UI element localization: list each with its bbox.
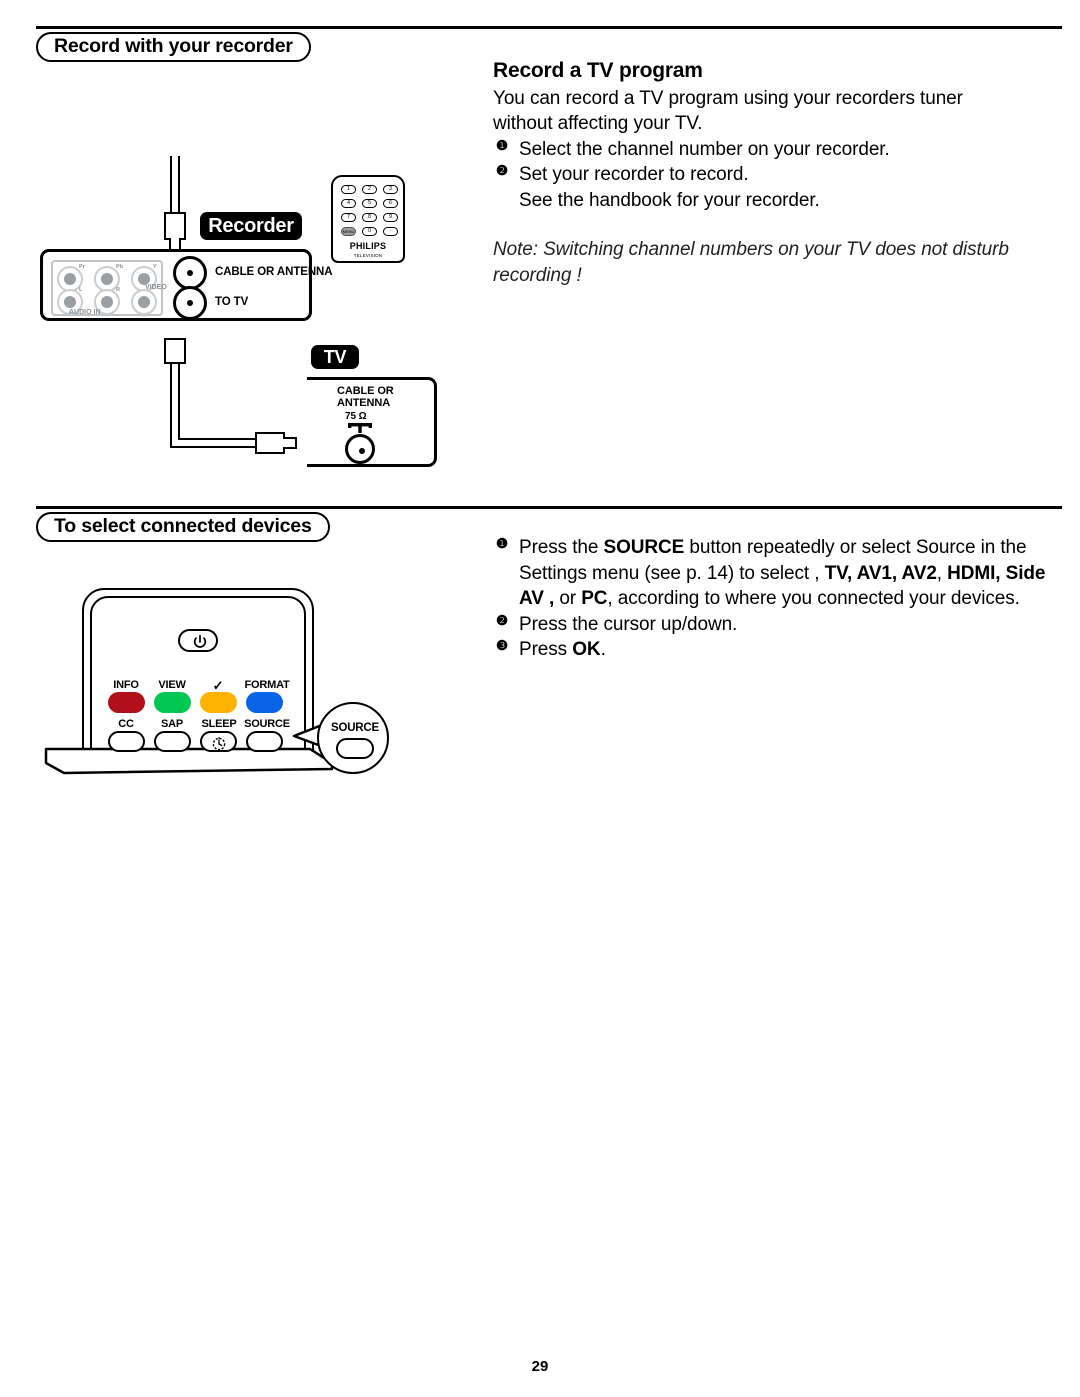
step-text-2: Set your recorder to record.	[519, 164, 749, 185]
text-run: Press the	[519, 537, 604, 558]
color-button-yellow-check[interactable]	[200, 692, 237, 713]
select-step-3: ❸ Press OK.	[493, 637, 1053, 663]
select-step-2: ❷ Press the cursor up/down.	[493, 612, 1053, 638]
power-icon	[193, 635, 207, 648]
select-step-1: ❶ Press the SOURCE button repeatedly or …	[493, 535, 1053, 612]
sap-button[interactable]	[154, 731, 191, 752]
step-marker-3: ❸	[495, 638, 508, 653]
text-run: button repeatedly or select Source in th…	[684, 537, 1027, 558]
caption-source: SOURCE	[244, 718, 290, 730]
article-intro-line-1: You can record a TV program using your r…	[493, 87, 963, 109]
text-run: or	[554, 588, 582, 609]
record-step-1: ❶ Select the channel number on your reco…	[493, 137, 1033, 163]
caption-cc: CC	[118, 718, 134, 730]
sleep-timer-icon	[212, 737, 226, 751]
step-marker-1: ❶	[495, 137, 508, 153]
figure-remote-control-source-button: INFO VIEW ✓ FORMAT CC SAP SLEEP SOURCE S…	[0, 0, 470, 800]
article-intro-line-2: without affecting your TV.	[493, 113, 703, 134]
record-tv-program-article: Record a TV program You can record a TV …	[493, 58, 1033, 288]
step-text-1: Select the channel number on your record…	[519, 138, 890, 160]
power-button[interactable]	[178, 629, 218, 652]
text-run: ,	[936, 562, 948, 584]
source-options-keyword-b: HDMI, Side	[947, 562, 1046, 584]
record-steps-list: ❶ Select the channel number on your reco…	[493, 137, 1033, 188]
select-step-1-line-2: Settings menu (see p. 14) to select , TV…	[519, 561, 1053, 587]
caption-sap: SAP	[160, 718, 184, 730]
select-step-2-text: Press the cursor up/down.	[519, 613, 738, 635]
step-marker-2: ❷	[495, 163, 508, 178]
record-step-continuation: See the handbook for your recorder.	[519, 189, 820, 211]
source-button[interactable]	[246, 731, 283, 752]
caption-info: INFO	[113, 679, 139, 691]
color-button-green-view[interactable]	[154, 692, 191, 713]
text-run: , according to where you connected your …	[607, 588, 1020, 609]
cc-button[interactable]	[108, 731, 145, 752]
source-options-keyword-c: AV ,	[519, 588, 555, 609]
color-button-red-info[interactable]	[108, 692, 145, 713]
color-button-blue-format[interactable]	[246, 692, 283, 713]
ok-button-keyword: OK	[572, 639, 601, 660]
select-devices-steps-list: ❶ Press the SOURCE button repeatedly or …	[493, 535, 1053, 663]
text-run: Press	[519, 639, 573, 660]
text-run: Settings menu (see p. 14) to select ,	[519, 562, 825, 584]
caption-view: VIEW	[158, 679, 186, 691]
source-options-keyword-d: PC	[581, 588, 608, 609]
record-note-line-2: recording !	[493, 264, 582, 286]
select-step-1-line-3: AV , or PC, according to where you conne…	[519, 586, 1053, 612]
select-step-1-line-1: Press the SOURCE button repeatedly or se…	[519, 535, 1053, 561]
source-button-keyword: SOURCE	[603, 537, 685, 558]
select-devices-instructions: ❶ Press the SOURCE button repeatedly or …	[493, 535, 1053, 663]
callout-caption-source: SOURCE	[330, 722, 379, 734]
record-step-2: ❷ Set your recorder to record.	[493, 162, 1033, 188]
page-number: 29	[531, 1358, 549, 1375]
source-options-keyword-a: TV, AV1, AV2	[824, 562, 937, 584]
caption-sleep: SLEEP	[201, 718, 237, 730]
record-note: Note: Switching channel numbers on your …	[493, 237, 1033, 288]
record-note-line-1: Note: Switching channel numbers on your …	[493, 239, 1009, 260]
callout-source-button[interactable]	[336, 738, 374, 759]
step-marker-2: ❷	[495, 612, 508, 628]
step-marker-1: ❶	[495, 536, 508, 551]
caption-format: FORMAT	[244, 679, 290, 691]
article-title-record-tv-program: Record a TV program	[493, 59, 703, 82]
sleep-button[interactable]	[200, 731, 237, 752]
text-run: .	[600, 639, 606, 660]
source-button-callout: SOURCE	[317, 702, 389, 774]
